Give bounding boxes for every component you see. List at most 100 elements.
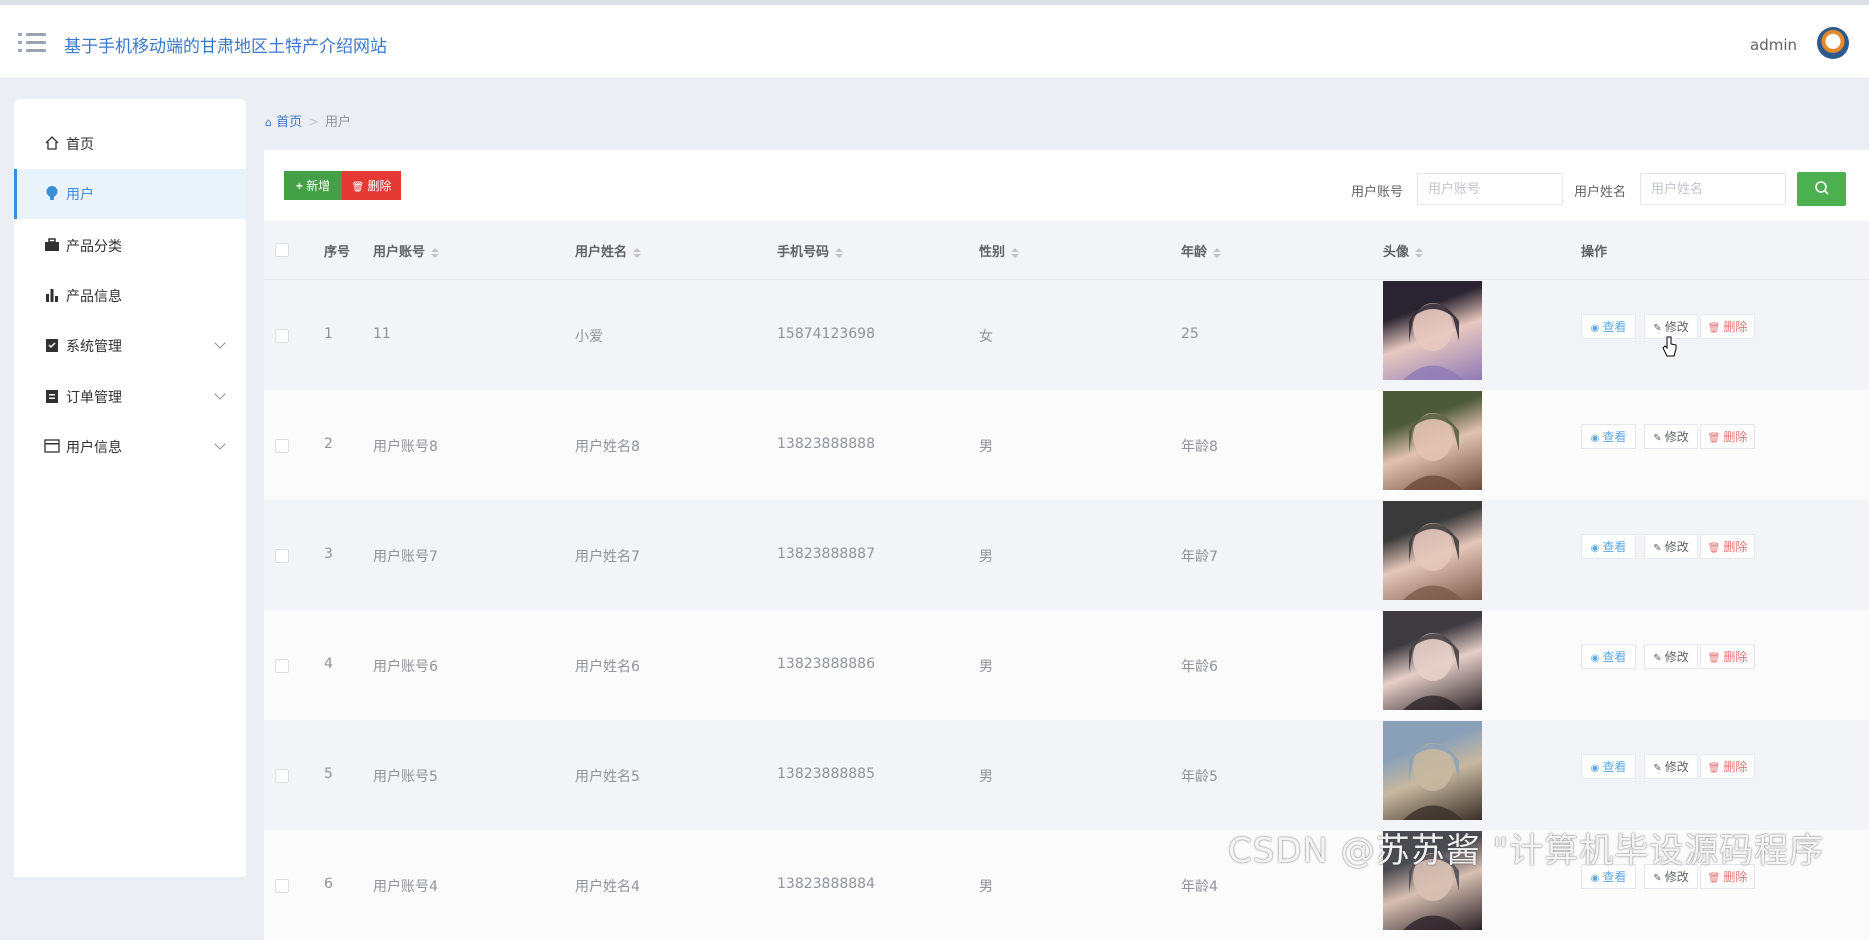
trash-icon: 🗑 [1707, 433, 1721, 444]
sidebar-item-user-info[interactable]: 用户信息 [14, 422, 246, 472]
cell-phone: 13823888887 [777, 546, 875, 562]
edit-button-label: 修改 [1664, 760, 1689, 774]
view-button[interactable]: ◉ 查看 [1581, 754, 1636, 779]
eye-icon: ◉ [1590, 543, 1600, 554]
search-button[interactable] [1797, 172, 1846, 206]
sidebar-item-system[interactable]: 系统管理 [14, 321, 246, 371]
menu-toggle-icon[interactable] [18, 33, 46, 53]
view-button[interactable]: ◉ 查看 [1581, 424, 1636, 449]
view-button-label: 查看 [1602, 870, 1627, 884]
view-button[interactable]: ◉ 查看 [1581, 644, 1636, 669]
cell-name: 用户姓名5 [575, 769, 640, 785]
trash-icon: 🗑 [1707, 323, 1721, 334]
row-checkbox[interactable] [275, 439, 289, 453]
user-avatar-photo[interactable] [1383, 501, 1482, 600]
breadcrumb-home[interactable]: ⌂ 首页 [265, 115, 302, 130]
edit-icon: ✎ [1653, 763, 1662, 774]
sidebar-item-product-info[interactable]: 产品信息 [14, 271, 246, 321]
cell-name: 用户姓名8 [575, 439, 640, 455]
row-checkbox[interactable] [275, 329, 289, 343]
cell-gender: 男 [979, 879, 993, 895]
eye-icon: ◉ [1590, 873, 1600, 884]
name-search-input[interactable] [1640, 173, 1786, 205]
cell-account: 用户账号8 [373, 439, 438, 455]
cell-gender: 女 [979, 329, 993, 345]
bulk-delete-button[interactable]: 🗑 删除 [342, 171, 401, 200]
sort-icon[interactable] [1415, 247, 1424, 258]
edit-button[interactable]: ✎ 修改 [1644, 644, 1698, 669]
delete-button[interactable]: 🗑 删除 [1700, 754, 1755, 779]
col-avatar-label: 头像 [1383, 245, 1410, 260]
cell-index: 4 [324, 656, 333, 672]
briefcase-icon [45, 238, 59, 251]
breadcrumb-separator: > [308, 115, 320, 130]
sort-icon[interactable] [1011, 247, 1020, 258]
bar-chart-icon [46, 289, 58, 302]
sidebar-item-users[interactable]: 用户 [14, 169, 246, 219]
eye-icon: ◉ [1590, 653, 1600, 664]
card-icon [44, 439, 60, 453]
home-icon [45, 136, 59, 150]
view-button[interactable]: ◉ 查看 [1581, 534, 1636, 559]
col-account[interactable]: 用户账号 [373, 241, 440, 260]
edit-button[interactable]: ✎ 修改 [1644, 534, 1698, 559]
cell-index: 6 [324, 876, 333, 892]
cell-gender: 男 [979, 769, 993, 785]
admin-username[interactable]: admin [1750, 36, 1797, 54]
sort-icon[interactable] [1213, 247, 1222, 258]
col-name[interactable]: 用户姓名 [575, 241, 642, 260]
clipboard-check-icon [46, 339, 58, 352]
col-phone[interactable]: 手机号码 [777, 241, 844, 260]
sort-icon[interactable] [633, 247, 642, 258]
table-row: 3 用户账号7 用户姓名7 13823888887 男年龄7 ◉ 查看 ✎ 修改 🗑 删除 [264, 500, 1869, 610]
portrait-image [1403, 743, 1463, 820]
cell-account: 11 [373, 326, 391, 342]
user-avatar-photo[interactable] [1383, 281, 1482, 380]
cell-age: 年龄5 [1181, 769, 1218, 785]
sidebar-item-label: 用户 [66, 187, 94, 203]
edit-button[interactable]: ✎ 修改 [1644, 424, 1698, 449]
user-avatar-photo[interactable] [1383, 611, 1482, 710]
table-header: 序号 用户账号 用户姓名 手机号码 性别 年龄 头像 操作 [264, 221, 1869, 280]
cell-index: 3 [324, 546, 333, 562]
sidebar-item-product-category[interactable]: 产品分类 [14, 221, 246, 271]
account-search-input[interactable] [1417, 173, 1563, 205]
row-checkbox[interactable] [275, 879, 289, 893]
sidebar-item-label: 产品信息 [66, 289, 122, 305]
account-search-label: 用户账号 [1351, 185, 1404, 200]
sort-icon[interactable] [835, 247, 844, 258]
cell-gender: 男 [979, 439, 993, 455]
user-avatar[interactable] [1817, 27, 1849, 59]
cell-index: 1 [324, 326, 333, 342]
col-age[interactable]: 年龄 [1181, 241, 1222, 260]
view-button[interactable]: ◉ 查看 [1581, 314, 1636, 339]
cell-index: 2 [324, 436, 333, 452]
add-button[interactable]: + 新增 [284, 171, 342, 200]
sort-icon[interactable] [431, 247, 440, 258]
top-header: 基于手机移动端的甘肃地区土特产介绍网站 admin [0, 5, 1869, 79]
cell-age: 年龄8 [1181, 439, 1218, 455]
delete-button[interactable]: 🗑 删除 [1700, 314, 1755, 339]
sidebar: 首页 用户 产品分类 产品信息 系统管理 订单管理 用户信息 [14, 99, 246, 877]
col-avatar[interactable]: 头像 [1383, 241, 1424, 260]
select-all-checkbox[interactable] [275, 243, 289, 257]
sidebar-item-home[interactable]: 首页 [14, 119, 246, 169]
row-checkbox[interactable] [275, 659, 289, 673]
name-search-label: 用户姓名 [1574, 185, 1627, 200]
col-gender[interactable]: 性别 [979, 241, 1020, 260]
delete-button[interactable]: 🗑 删除 [1700, 424, 1755, 449]
chevron-down-icon [214, 438, 226, 450]
cell-phone: 15874123698 [777, 326, 875, 342]
edit-button[interactable]: ✎ 修改 [1644, 754, 1698, 779]
cell-phone: 13823888888 [777, 436, 875, 452]
chevron-down-icon [214, 337, 226, 349]
delete-button[interactable]: 🗑 删除 [1700, 644, 1755, 669]
delete-button[interactable]: 🗑 删除 [1700, 534, 1755, 559]
sidebar-item-orders[interactable]: 订单管理 [14, 372, 246, 422]
eye-icon: ◉ [1590, 323, 1600, 334]
user-avatar-photo[interactable] [1383, 391, 1482, 490]
user-avatar-photo[interactable] [1383, 721, 1482, 820]
edit-button-label: 修改 [1664, 540, 1689, 554]
row-checkbox[interactable] [275, 769, 289, 783]
row-checkbox[interactable] [275, 549, 289, 563]
